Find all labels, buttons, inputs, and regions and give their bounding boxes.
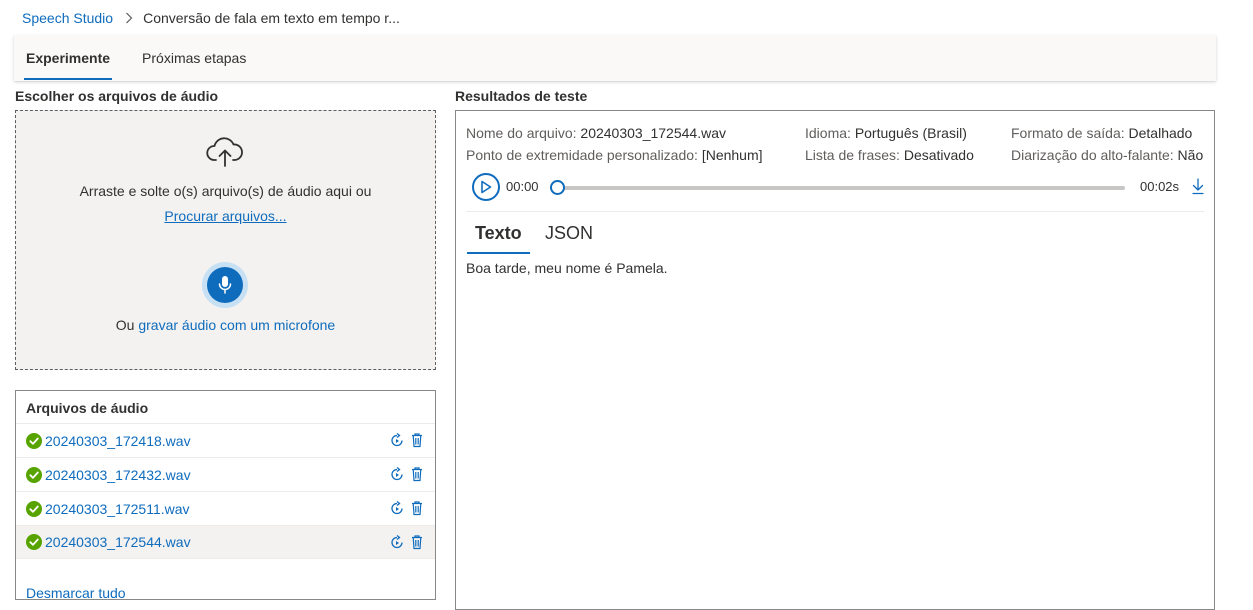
- play-icon: [481, 180, 492, 194]
- browse-link-wrap: Procurar arquivos...: [16, 208, 435, 224]
- tab-proximas-etapas[interactable]: Próximas etapas: [140, 35, 248, 81]
- mic-button-inner: [207, 267, 243, 303]
- check-circle-icon: [26, 432, 42, 449]
- check-circle-icon: [26, 500, 42, 517]
- results-panel: Nome do arquivo: 20240303_172544.wav Idi…: [455, 110, 1215, 610]
- file-name[interactable]: 20240303_172432.wav: [45, 467, 191, 483]
- current-time: 00:00: [506, 179, 539, 194]
- transcript-text: Boa tarde, meu nome é Pamela.: [466, 260, 668, 276]
- tab-json[interactable]: JSON: [545, 223, 593, 252]
- meta-phrase-list-label: Lista de frases:: [805, 147, 900, 163]
- file-row[interactable]: 20240303_172511.wav: [16, 491, 435, 525]
- drop-instructions: Arraste e solte o(s) arquivo(s) de áudio…: [79, 183, 372, 199]
- meta-output-format-label: Formato de saída:: [1011, 125, 1125, 141]
- file-actions: [389, 466, 425, 482]
- file-name[interactable]: 20240303_172511.wav: [45, 501, 190, 517]
- breadcrumb: Speech Studio Conversão de fala em texto…: [22, 9, 400, 27]
- audio-drop-zone[interactable]: Arraste e solte o(s) arquivo(s) de áudio…: [15, 110, 436, 370]
- check-circle-icon: [26, 466, 42, 483]
- divider: [466, 211, 1204, 212]
- meta-language: Idioma: Português (Brasil): [805, 125, 967, 141]
- record-microphone-link[interactable]: gravar áudio com um microfone: [138, 317, 335, 333]
- mic-prefix: Ou: [115, 317, 135, 333]
- meta-language-label: Idioma:: [805, 125, 851, 141]
- retry-icon[interactable]: [389, 432, 405, 448]
- file-actions: [389, 500, 425, 516]
- meta-output-format-value: Detalhado: [1128, 125, 1193, 141]
- audio-files-panel: Arquivos de áudio 20240303_172418.wav 20…: [15, 390, 436, 600]
- meta-diarization: Diarização do alto-falante: Não: [1011, 147, 1203, 163]
- meta-file-name: Nome do arquivo: 20240303_172544.wav: [466, 125, 726, 141]
- duration: 00:02s: [1140, 179, 1180, 194]
- meta-phrase-list-value: Desativado: [903, 147, 974, 163]
- breadcrumb-speech-studio[interactable]: Speech Studio: [22, 10, 113, 26]
- check-circle-icon: [26, 534, 42, 550]
- meta-language-value: Português (Brasil): [854, 125, 967, 141]
- file-row-selected[interactable]: 20240303_172544.wav: [16, 525, 435, 559]
- audio-files-title: Arquivos de áudio: [26, 400, 149, 416]
- meta-phrase-list: Lista de frases: Desativado: [805, 147, 974, 163]
- meta-endpoint: Ponto de extremidade personalizado: [Nen…: [466, 147, 763, 163]
- cloud-upload-icon: [206, 137, 243, 167]
- meta-file-name-label: Nome do arquivo:: [466, 125, 577, 141]
- meta-output-format: Formato de saída: Detalhado: [1011, 125, 1192, 141]
- file-row[interactable]: 20240303_172418.wav: [16, 423, 435, 457]
- file-row[interactable]: 20240303_172432.wav: [16, 457, 435, 491]
- top-tabs: Experimente Próximas etapas: [14, 35, 1216, 81]
- audio-player: 00:00 00:02s: [472, 173, 1204, 201]
- download-icon[interactable]: [1190, 177, 1206, 195]
- retry-icon[interactable]: [389, 466, 405, 482]
- trash-icon[interactable]: [409, 466, 425, 482]
- file-name[interactable]: 20240303_172544.wav: [45, 534, 191, 550]
- tab-texto[interactable]: Texto: [467, 223, 530, 254]
- tab-experimente[interactable]: Experimente: [24, 35, 113, 81]
- results-section-title: Resultados de teste: [455, 88, 588, 104]
- record-microphone-button[interactable]: [202, 262, 248, 308]
- meta-diarization-value: Não: [1177, 147, 1204, 163]
- clear-all-link[interactable]: Desmarcar tudo: [26, 585, 126, 599]
- browse-files-link[interactable]: Procurar arquivos...: [164, 208, 286, 224]
- play-button[interactable]: [472, 173, 500, 201]
- meta-file-name-value: 20240303_172544.wav: [580, 125, 726, 141]
- meta-endpoint-label: Ponto de extremidade personalizado:: [466, 147, 698, 163]
- chevron-right-icon: [125, 12, 133, 24]
- meta-diarization-label: Diarização do alto-falante:: [1011, 147, 1174, 163]
- trash-icon[interactable]: [409, 432, 425, 448]
- file-name[interactable]: 20240303_172418.wav: [45, 433, 191, 449]
- trash-icon[interactable]: [409, 500, 425, 516]
- breadcrumb-current: Conversão de fala em texto em tempo r...: [143, 10, 400, 26]
- mic-instructions: Ou gravar áudio com um microfone: [16, 317, 435, 333]
- retry-icon[interactable]: [389, 500, 405, 516]
- seek-thumb[interactable]: [550, 180, 565, 195]
- meta-endpoint-value: [Nenhum]: [701, 147, 763, 163]
- upload-section-title: Escolher os arquivos de áudio: [15, 88, 219, 104]
- trash-icon[interactable]: [409, 534, 425, 550]
- microphone-icon: [218, 276, 232, 294]
- seek-track[interactable]: [560, 186, 1125, 190]
- retry-icon[interactable]: [389, 534, 405, 550]
- file-actions: [389, 534, 425, 550]
- file-actions: [389, 432, 425, 448]
